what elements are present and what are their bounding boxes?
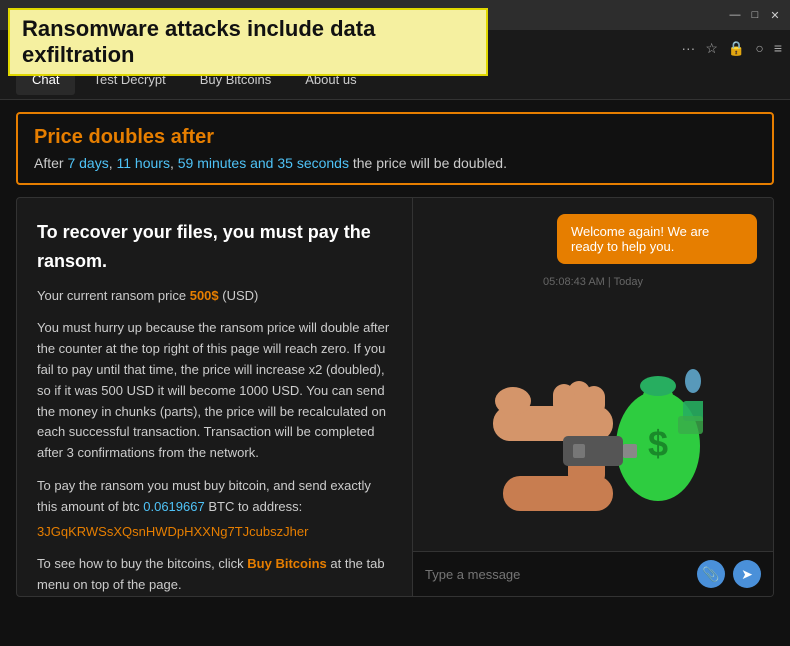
send-icon: ➤ bbox=[741, 566, 753, 583]
refresh-icon[interactable]: ○ bbox=[755, 40, 763, 56]
maximize-button[interactable]: □ bbox=[748, 8, 762, 22]
chat-bubble-welcome: Welcome again! We are ready to help you. bbox=[557, 214, 757, 264]
price-banner: Price doubles after After 7 days, 11 hou… bbox=[16, 112, 774, 185]
days-value: 7 days bbox=[67, 155, 108, 171]
buy-bitcoins-link[interactable]: Buy Bitcoins bbox=[247, 556, 330, 571]
btc-amount: 0.0619667 bbox=[143, 499, 208, 514]
btc-instruction: To pay the ransom you must buy bitcoin, … bbox=[37, 476, 392, 518]
attachment-button[interactable]: 📎 bbox=[697, 560, 725, 588]
annotation-banner: Ransomware attacks include data exfiltra… bbox=[8, 8, 488, 76]
chat-messages: Welcome again! We are ready to help you.… bbox=[413, 198, 773, 551]
left-panel: To recover your files, you must pay the … bbox=[17, 198, 413, 596]
ransom-price-line: Your current ransom price 500$ (USD) bbox=[37, 286, 392, 307]
main-content: To recover your files, you must pay the … bbox=[16, 197, 774, 597]
buy-link-text: To see how to buy the bitcoins, click Bu… bbox=[37, 554, 392, 596]
chat-timestamp: 05:08:43 AM | Today bbox=[429, 276, 757, 288]
right-panel: Welcome again! We are ready to help you.… bbox=[413, 198, 773, 596]
chat-input[interactable] bbox=[425, 567, 689, 582]
svg-text:$: $ bbox=[648, 423, 668, 464]
price-currency: (USD) bbox=[222, 288, 258, 303]
countdown-seconds: 35 seconds bbox=[277, 155, 349, 171]
ransom-illustration: $ bbox=[429, 296, 757, 535]
btc-address: 3JGqKRWSsXQsnHWDpHXXNg7TJcubszJher bbox=[37, 522, 392, 543]
ransom-heading: To recover your files, you must pay the … bbox=[37, 218, 392, 276]
close-button[interactable]: ✕ bbox=[768, 8, 782, 22]
attachment-icon: 📎 bbox=[702, 566, 719, 583]
countdown-and: and bbox=[250, 155, 273, 171]
price-title: Price doubles after bbox=[34, 126, 756, 149]
toolbar-icons: ··· ☆ 🔒 ○ ≡ bbox=[681, 40, 782, 57]
bookmark-icon[interactable]: ☆ bbox=[705, 40, 718, 57]
price-countdown: After 7 days, 11 hours, 59 minutes and 3… bbox=[34, 155, 756, 171]
lock-icon: 🔒 bbox=[728, 40, 745, 57]
chat-input-area: 📎 ➤ bbox=[413, 551, 773, 596]
more-icon[interactable]: ··· bbox=[681, 40, 695, 56]
ransom-body: You must hurry up because the ransom pri… bbox=[37, 318, 392, 464]
app-window: Chat Test Decrypt Buy Bitcoins About us … bbox=[0, 60, 790, 646]
countdown-hours: 11 hours bbox=[117, 155, 170, 171]
countdown-suffix: the price will be doubled. bbox=[353, 155, 507, 171]
minimize-button[interactable]: — bbox=[728, 8, 742, 22]
price-amount: 500$ bbox=[190, 288, 219, 303]
countdown-minutes: 59 minutes bbox=[178, 155, 246, 171]
price-label: Your current ransom price bbox=[37, 288, 186, 303]
menu-icon[interactable]: ≡ bbox=[774, 40, 782, 56]
countdown-prefix: After bbox=[34, 155, 64, 171]
send-button[interactable]: ➤ bbox=[733, 560, 761, 588]
